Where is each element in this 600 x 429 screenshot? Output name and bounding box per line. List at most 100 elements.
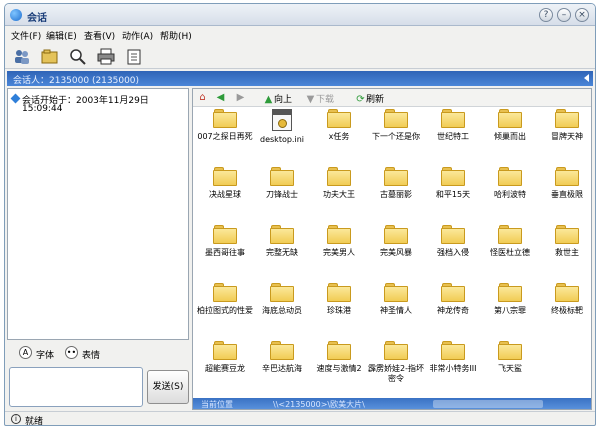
help-button[interactable]: ? [539,8,553,22]
menu-help[interactable]: 帮助(H) [160,29,192,42]
folder-item[interactable]: 霹雳娇娃2-指坏密令 [366,341,426,384]
folder-icon [441,109,465,128]
folder-item[interactable]: 强档入侵 [423,225,483,258]
file-label: 冒牌天神 [551,132,583,141]
folder-icon [327,341,351,360]
minimize-button[interactable]: – [557,8,571,22]
folder-item[interactable]: x任务 [309,109,369,142]
folder-item[interactable]: 珍珠港 [309,283,369,316]
folder-icon [498,225,522,244]
folder-icon [213,225,237,244]
chat-log: 会话开始于：2003年11月29日 15:09:44 [7,88,189,340]
folder-item[interactable]: 墨西哥往事 [195,225,255,258]
folder-item[interactable]: 冒牌天神 [537,109,591,142]
folder-item[interactable]: 终极标靶 [537,283,591,316]
toolbar [5,44,595,69]
refresh-button[interactable]: ⟳刷新 [355,92,384,105]
folder-item[interactable]: 哈利波特 [480,167,540,200]
folder-item[interactable]: 救世主 [537,225,591,258]
folder-icon [498,283,522,302]
collapse-arrow-icon[interactable] [584,74,589,82]
folder-icon [555,283,579,302]
folder-item[interactable]: 决战星球 [195,167,255,200]
folder-item[interactable]: 世纪特工 [423,109,483,142]
folder-item[interactable]: 刀锋战士 [252,167,312,200]
folder-icon [213,341,237,360]
search-icon[interactable] [69,48,87,65]
session-start-icon [10,93,21,104]
folder-item[interactable]: 完美风暴 [366,225,426,258]
close-button[interactable]: × [575,8,589,22]
file-label: 神圣情人 [380,306,412,315]
file-label: 强档入侵 [437,248,469,257]
folder-icon [441,283,465,302]
file-label: 功夫大王 [323,190,355,199]
folder-item[interactable]: 怪医杜立德 [480,225,540,258]
horizontal-scrollbar[interactable] [433,400,543,408]
folder-item[interactable]: 功夫大王 [309,167,369,200]
app-icon [10,9,22,21]
file-label: 珍珠港 [327,306,351,315]
folder-icon [327,109,351,128]
file-label: 刀锋战士 [266,190,298,199]
emoji-label[interactable]: 表情 [82,348,100,361]
forward-icon[interactable]: ▶ [235,92,246,103]
folder-item[interactable]: 非常小特务III [423,341,483,374]
path-label: 当前位置 [201,400,233,409]
chat-window: 会话 ? – × 文件(F) 编辑(E) 查看(V) 动作(A) 帮助(H) 会… [4,3,596,426]
font-icon[interactable]: A [19,346,32,359]
folder-icon [384,109,408,128]
menu-view[interactable]: 查看(V) [84,29,115,42]
file-label: 完美男人 [323,248,355,257]
folder-icon [498,341,522,360]
folder-item[interactable]: 飞天鲨 [480,341,540,374]
folder-item[interactable]: 海底总动员 [252,283,312,316]
folder-item[interactable]: 超能赛豆龙 [195,341,255,374]
font-label[interactable]: 字体 [36,348,54,361]
info-icon: i [11,414,21,424]
send-button[interactable]: 发送(S) [147,370,189,404]
folder-icon [213,109,237,128]
folder-item[interactable]: 第八宗罪 [480,283,540,316]
up-button[interactable]: ▲ 向上 [263,92,292,105]
folder-item[interactable]: 完美男人 [309,225,369,258]
folder-item[interactable]: 下一个还是你 [366,109,426,142]
back-icon[interactable]: ◀ [215,92,226,103]
emoji-icon[interactable]: •• [65,346,78,359]
folder-icon [213,283,237,302]
menu-file[interactable]: 文件(F) [11,29,41,42]
file-label: 倾巢而出 [494,132,526,141]
folder-icon [384,283,408,302]
folder-icon [384,225,408,244]
folder-item[interactable]: 倾巢而出 [480,109,540,142]
folder-item[interactable]: 柏拉图式的性爱 [195,283,255,316]
clipboard-icon[interactable] [125,48,143,65]
folder-item[interactable]: 神圣情人 [366,283,426,316]
folder-icon [384,167,408,186]
folder-item[interactable]: 辛巴达航海 [252,341,312,374]
file-label: 完整无缺 [266,248,298,257]
folder-item[interactable]: 神龙传奇 [423,283,483,316]
home-icon[interactable]: ⌂ [197,92,208,103]
printer-icon[interactable] [97,48,115,65]
folder-item[interactable]: 和平15天 [423,167,483,200]
folder-open-icon[interactable] [41,48,59,65]
users-icon[interactable] [13,48,31,65]
file-label: 第八宗罪 [494,306,526,315]
folder-item[interactable]: 完整无缺 [252,225,312,258]
folder-item[interactable]: 古墓丽影 [366,167,426,200]
folder-icon [327,225,351,244]
file-item[interactable]: desktop.ini [252,109,312,145]
download-button[interactable]: ▼ 下载 [305,92,334,105]
file-label: 怪医杜立德 [490,248,530,257]
folder-item[interactable]: 垂直极限 [537,167,591,200]
message-input[interactable] [9,367,143,407]
file-label: 下一个还是你 [372,132,420,141]
menu-action[interactable]: 动作(A) [122,29,153,42]
refresh-label: 刷新 [366,95,385,105]
folder-item[interactable]: 007之探日再死 [195,109,255,142]
folder-item[interactable]: 速度与激情2 [309,341,369,374]
menu-edit[interactable]: 编辑(E) [46,29,77,42]
log-session-time: 15:09:44 [22,104,63,114]
title-bar: 会话 ? – × [5,4,595,26]
